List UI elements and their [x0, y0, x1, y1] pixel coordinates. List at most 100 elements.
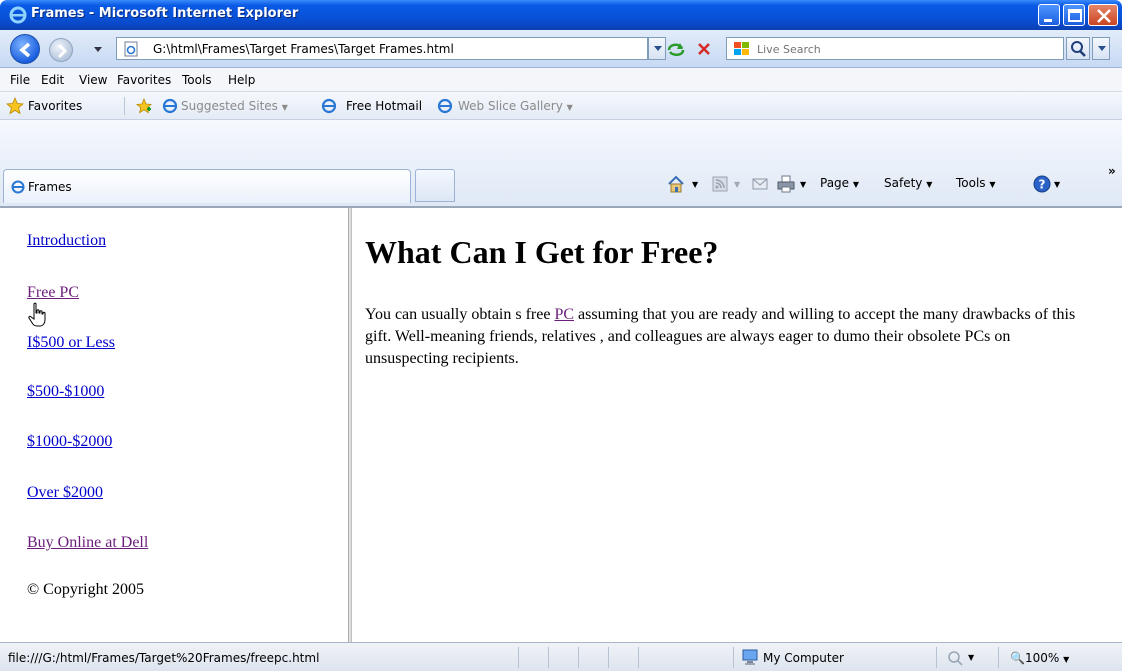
tab-frames[interactable]: Frames	[3, 169, 411, 203]
live-search-icon	[734, 42, 749, 55]
favorites-button[interactable]: Favorites	[28, 99, 82, 113]
menu-tools[interactable]: Tools	[182, 73, 212, 87]
nav-link-500-1000[interactable]: $500-$1000	[27, 383, 104, 401]
protected-mode-dropdown-icon[interactable]: ▼	[968, 653, 974, 662]
tools-menu[interactable]: Tools ▼	[956, 176, 996, 190]
back-button[interactable]	[10, 34, 40, 64]
search-input[interactable]	[757, 40, 1057, 58]
status-divider	[548, 647, 549, 668]
page-menu[interactable]: Page ▼	[820, 176, 859, 190]
web-slice-gallery-label: Web Slice Gallery	[458, 99, 563, 113]
nav-link-under-500[interactable]: I$500 or Less	[27, 334, 115, 352]
menu-view[interactable]: View	[79, 73, 107, 87]
read-mail-icon[interactable]	[750, 174, 770, 194]
help-icon[interactable]: ?	[1032, 174, 1052, 194]
home-dropdown-icon[interactable]: ▼	[692, 176, 698, 190]
chevron-down-icon	[1098, 46, 1106, 51]
search-button[interactable]	[1066, 37, 1090, 60]
chevron-down-icon: ▼	[852, 180, 860, 189]
chevron-down-icon: ▼	[926, 180, 933, 189]
favorites-separator	[124, 97, 125, 115]
tools-menu-label: Tools	[956, 176, 986, 190]
feeds-icon[interactable]	[710, 174, 730, 194]
web-slice-gallery-link[interactable]: Web Slice Gallery ▼	[458, 99, 573, 113]
status-url: file:///G:/html/Frames/Target%20Frames/f…	[8, 651, 320, 665]
menu-help[interactable]: Help	[228, 73, 255, 87]
ie-page-icon	[321, 98, 337, 114]
favorites-star-icon	[6, 97, 24, 115]
status-divider	[578, 647, 579, 668]
minimize-icon	[1044, 19, 1052, 22]
nav-link-free-pc[interactable]: Free PC	[27, 284, 79, 302]
zoom-level[interactable]: 🔍100% ▼	[1010, 651, 1069, 665]
refresh-icon	[667, 43, 685, 56]
menu-file[interactable]: File	[10, 73, 30, 87]
my-computer-icon	[742, 649, 758, 665]
zoom-value: 100%	[1024, 651, 1060, 665]
hand-cursor-icon	[28, 302, 46, 327]
search-field[interactable]	[726, 37, 1064, 60]
new-tab-button[interactable]	[415, 169, 455, 202]
print-dropdown-icon[interactable]: ▼	[800, 176, 806, 190]
chevron-down-icon: ▼	[566, 103, 573, 112]
refresh-button[interactable]	[664, 38, 688, 60]
minimize-button[interactable]	[1038, 4, 1060, 26]
safety-menu-label: Safety	[884, 176, 923, 190]
page-menu-label: Page	[820, 176, 850, 190]
svg-text:?: ?	[1039, 178, 1046, 192]
forward-button[interactable]	[49, 38, 73, 62]
safety-menu[interactable]: Safety ▼	[884, 176, 932, 190]
chevron-down-icon: ▼	[1063, 655, 1070, 664]
status-divider	[608, 647, 609, 668]
chevron-down-icon: ▼	[989, 180, 996, 189]
status-divider	[936, 647, 937, 668]
search-options-button[interactable]	[1092, 37, 1110, 60]
protected-mode-icon[interactable]	[946, 648, 964, 666]
address-toolbar: G:\html\Frames\Target Frames\Target Fram…	[0, 30, 1122, 68]
magnifier-icon	[1071, 41, 1086, 57]
free-hotmail-link[interactable]: Free Hotmail	[346, 99, 422, 113]
browser-content: Introduction Free PC I$500 or Less $500-…	[0, 206, 1122, 644]
tab-command-bar: Frames ▼ ▼ ▼ Page ▼ Safety ▼ Tools ▼ ? ▼…	[0, 120, 1122, 206]
ie-page-icon	[11, 180, 25, 194]
close-icon	[1097, 9, 1111, 23]
forward-arrow-icon	[57, 43, 68, 59]
ie-page-icon	[162, 98, 178, 114]
navigation-frame: Introduction Free PC I$500 or Less $500-…	[0, 208, 348, 644]
nav-link-introduction[interactable]: Introduction	[27, 232, 106, 250]
close-button[interactable]	[1088, 4, 1118, 26]
menu-favorites[interactable]: Favorites	[117, 73, 171, 87]
title-bar[interactable]: Frames - Microsoft Internet Explorer	[0, 0, 1122, 30]
status-bar: file:///G:/html/Frames/Target%20Frames/f…	[0, 642, 1122, 671]
nav-link-over-2000[interactable]: Over $2000	[27, 484, 103, 502]
internet-explorer-icon	[9, 6, 27, 24]
maximize-icon	[1068, 9, 1082, 22]
menu-edit[interactable]: Edit	[41, 73, 64, 87]
menu-bar: File Edit View Favorites Tools Help	[0, 68, 1122, 92]
stop-icon	[698, 43, 710, 55]
toolbar-overflow-icon[interactable]: »	[1108, 164, 1116, 178]
pc-link[interactable]: PC	[554, 306, 574, 323]
status-divider	[638, 647, 639, 668]
suggested-sites-link[interactable]: Suggested Sites ▼	[181, 99, 288, 113]
page-icon	[124, 41, 138, 57]
page-paragraph: You can usually obtain s free PC assumin…	[365, 304, 1085, 370]
ie-page-icon	[437, 98, 453, 114]
print-icon[interactable]	[776, 174, 796, 194]
feeds-dropdown-icon[interactable]: ▼	[734, 176, 740, 190]
nav-link-1000-2000[interactable]: $1000-$2000	[27, 433, 112, 451]
recent-pages-dropdown-icon[interactable]	[91, 42, 105, 56]
home-icon[interactable]	[666, 174, 686, 194]
help-dropdown-icon[interactable]: ▼	[1054, 176, 1060, 190]
nav-link-buy-online-dell[interactable]: Buy Online at Dell	[27, 534, 148, 552]
window-title: Frames - Microsoft Internet Explorer	[31, 6, 299, 21]
address-url[interactable]: G:\html\Frames\Target Frames\Target Fram…	[153, 42, 454, 56]
security-zone[interactable]: My Computer	[763, 651, 844, 665]
address-field[interactable]: G:\html\Frames\Target Frames\Target Fram…	[116, 37, 648, 60]
suggested-sites-label: Suggested Sites	[181, 99, 278, 113]
stop-button[interactable]	[692, 38, 716, 60]
add-favorite-icon[interactable]	[135, 97, 153, 115]
status-divider	[733, 647, 734, 668]
page-heading: What Can I Get for Free?	[365, 234, 719, 270]
maximize-button[interactable]	[1063, 4, 1085, 26]
